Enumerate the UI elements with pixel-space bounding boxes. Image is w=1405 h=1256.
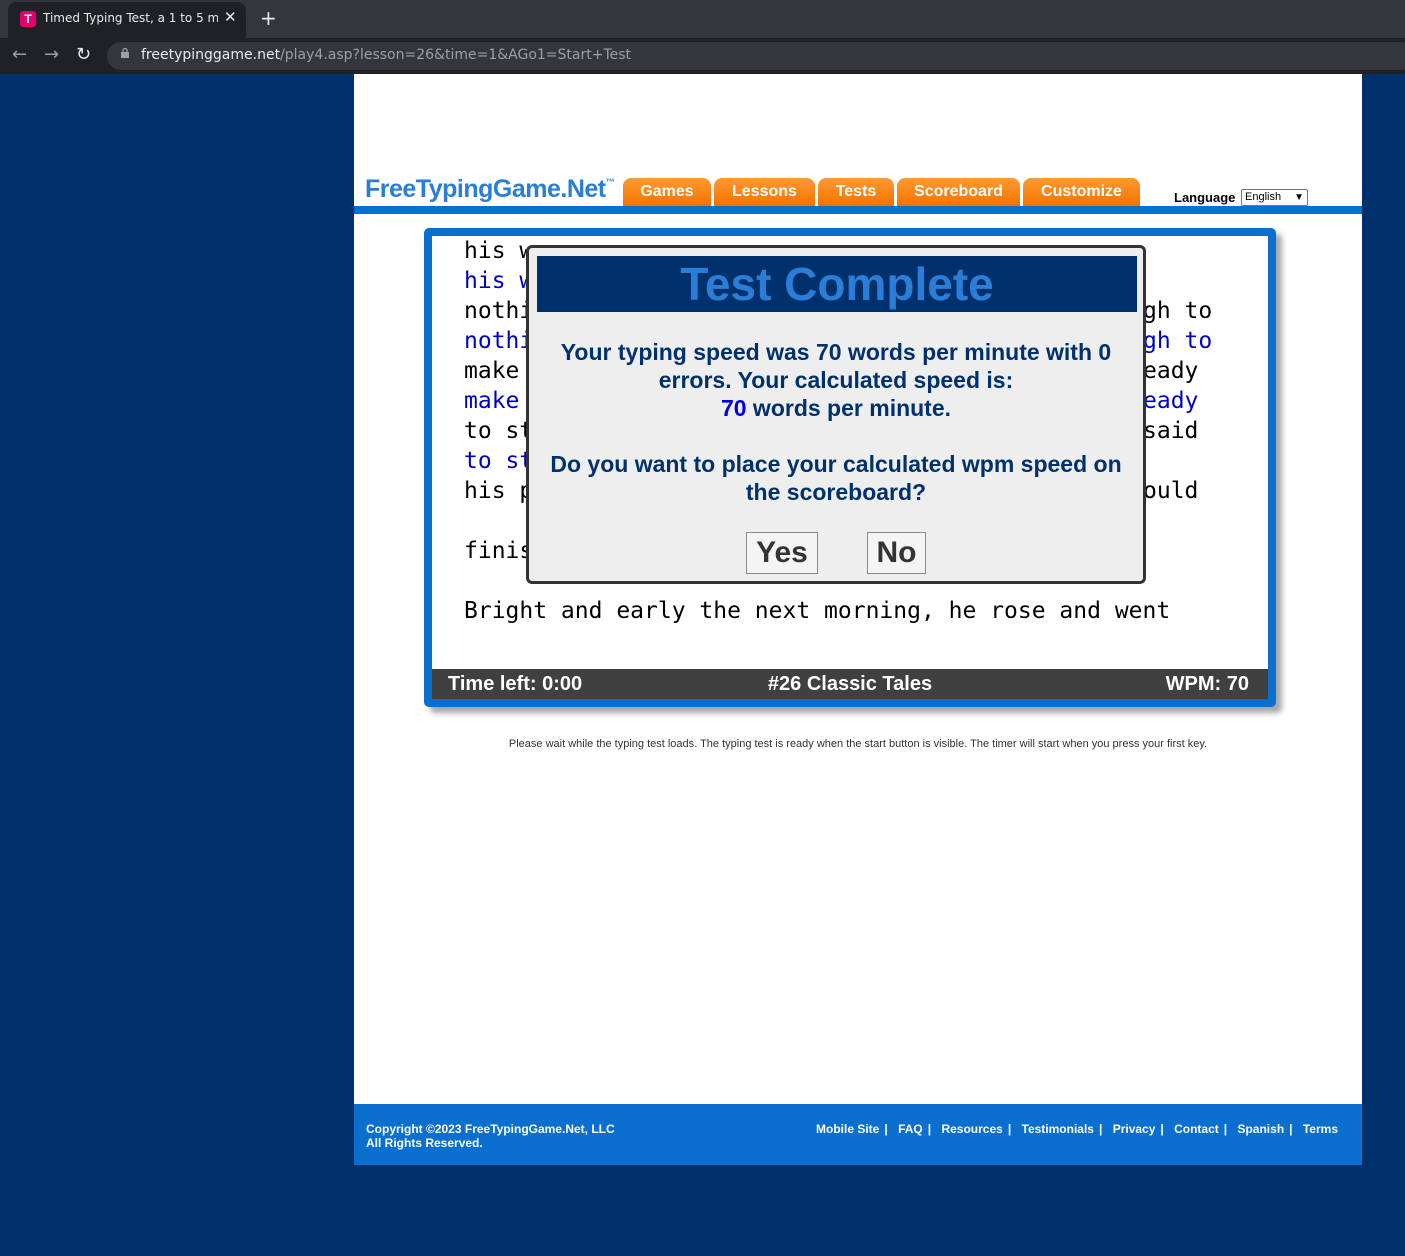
dialog-title: Test Complete	[680, 258, 994, 310]
nav-tab-games[interactable]: Games	[623, 178, 711, 206]
calculated-speed-value: 70	[720, 395, 747, 421]
nav-tab-customize[interactable]: Customize	[1023, 178, 1140, 206]
scoreboard-question-2: the scoreboard?	[745, 479, 927, 505]
footer-link-resources[interactable]: Resources	[941, 1122, 1002, 1136]
time-left: Time left: 0:00	[448, 673, 583, 695]
footer-links: Mobile Site | FAQ | Resources | Testimonial…	[816, 1122, 1338, 1136]
footer-link-faq[interactable]: FAQ	[898, 1122, 923, 1136]
footer-link-terms[interactable]: Terms	[1303, 1122, 1338, 1136]
new-tab-icon[interactable]: +	[260, 6, 277, 30]
typing-line: nothi	[464, 298, 534, 324]
site-favicon-icon: T	[20, 11, 36, 27]
logo-text: FreeTypingGame.Net	[365, 175, 606, 203]
typing-line: his w	[464, 238, 534, 264]
tab-title[interactable]: Timed Typing Test, a 1 to 5 minute	[43, 11, 218, 25]
url-text[interactable]: freetypinggame.net/play4.asp?lesson=26&t…	[141, 47, 631, 63]
dialog-header: Test Complete	[537, 256, 1137, 312]
site-logo[interactable]: FreeTypingGame.Net™	[365, 175, 615, 204]
copyright-line-1: Copyright ©2023 FreeTypingGame.Net, LLC	[366, 1122, 615, 1136]
yes-button[interactable]: Yes	[746, 532, 818, 574]
footer-link-spanish[interactable]: Spanish	[1237, 1122, 1284, 1136]
typed-line-fragment: eady	[1143, 388, 1199, 414]
footer-link-testimonials[interactable]: Testimonials	[1022, 1122, 1094, 1136]
language-label: Language	[1174, 190, 1236, 205]
footer: Copyright ©2023 FreeTypingGame.Net, LLC …	[354, 1104, 1362, 1165]
forward-arrow-icon[interactable]: →	[44, 44, 59, 65]
result-line-2: errors. Your calculated speed is:	[658, 367, 1014, 393]
nav-divider	[354, 206, 1362, 214]
footer-link-mobile-site[interactable]: Mobile Site	[816, 1122, 879, 1136]
typing-line: make	[464, 358, 534, 384]
no-button[interactable]: No	[867, 532, 926, 574]
typed-line: nothi	[464, 328, 534, 354]
typing-line: finis	[464, 538, 534, 564]
logo-trademark: ™	[605, 177, 615, 187]
url-path: /play4.asp?lesson=26&time=1&AGo1=Start+T…	[280, 47, 632, 63]
close-tab-icon[interactable]: ✕	[224, 8, 237, 26]
calculated-speed: 70 words per minute.	[529, 394, 1143, 422]
typed-line-fragment: gh to	[1143, 328, 1213, 354]
typing-line-fragment: eady	[1143, 358, 1199, 384]
reload-icon[interactable]: ↻	[76, 44, 91, 65]
result-line-1: Your typing speed was 70 words per minut…	[560, 339, 1112, 365]
typing-line-fragment: ould	[1143, 478, 1199, 504]
copyright: Copyright ©2023 FreeTypingGame.Net, LLC …	[366, 1122, 615, 1150]
typed-line: to st	[464, 448, 534, 474]
test-complete-dialog: Test Complete Your typing speed was 70 w…	[526, 245, 1146, 584]
scoreboard-question-1: Do you want to place your calculated wpm…	[550, 451, 1122, 477]
nav-tab-tests[interactable]: Tests	[818, 178, 894, 206]
language-selected-value: English	[1245, 191, 1282, 203]
calculated-speed-suffix: words per minute.	[746, 395, 952, 421]
typing-line-fragment: gh to	[1143, 298, 1213, 324]
load-note: Please wait while the typing test loads.…	[508, 738, 1208, 750]
lock-icon	[121, 48, 129, 58]
footer-link-contact[interactable]: Contact	[1174, 1122, 1219, 1136]
nav-tab-lessons[interactable]: Lessons	[714, 178, 815, 206]
copyright-line-2: All Rights Reserved.	[366, 1136, 483, 1150]
typed-line: his w	[464, 268, 534, 294]
nav-tab-scoreboard[interactable]: Scoreboard	[897, 178, 1020, 206]
wpm-readout: WPM: 70	[1165, 673, 1249, 695]
language-select[interactable]: English ▼	[1241, 189, 1308, 206]
typing-line-fragment: said	[1143, 418, 1199, 444]
url-host: freetypinggame.net	[141, 47, 281, 63]
typing-line: Bright and early the next morning, he ro…	[464, 598, 1171, 624]
chevron-down-icon: ▼	[1294, 192, 1304, 203]
footer-link-privacy[interactable]: Privacy	[1113, 1122, 1156, 1136]
typing-line: his p	[464, 478, 534, 504]
back-arrow-icon[interactable]: ←	[12, 44, 27, 65]
typed-line: make	[464, 388, 534, 414]
typing-status-bar: #26 Classic Tales Time left: 0:00 WPM: 7…	[432, 669, 1268, 699]
typing-line: to st	[464, 418, 534, 444]
